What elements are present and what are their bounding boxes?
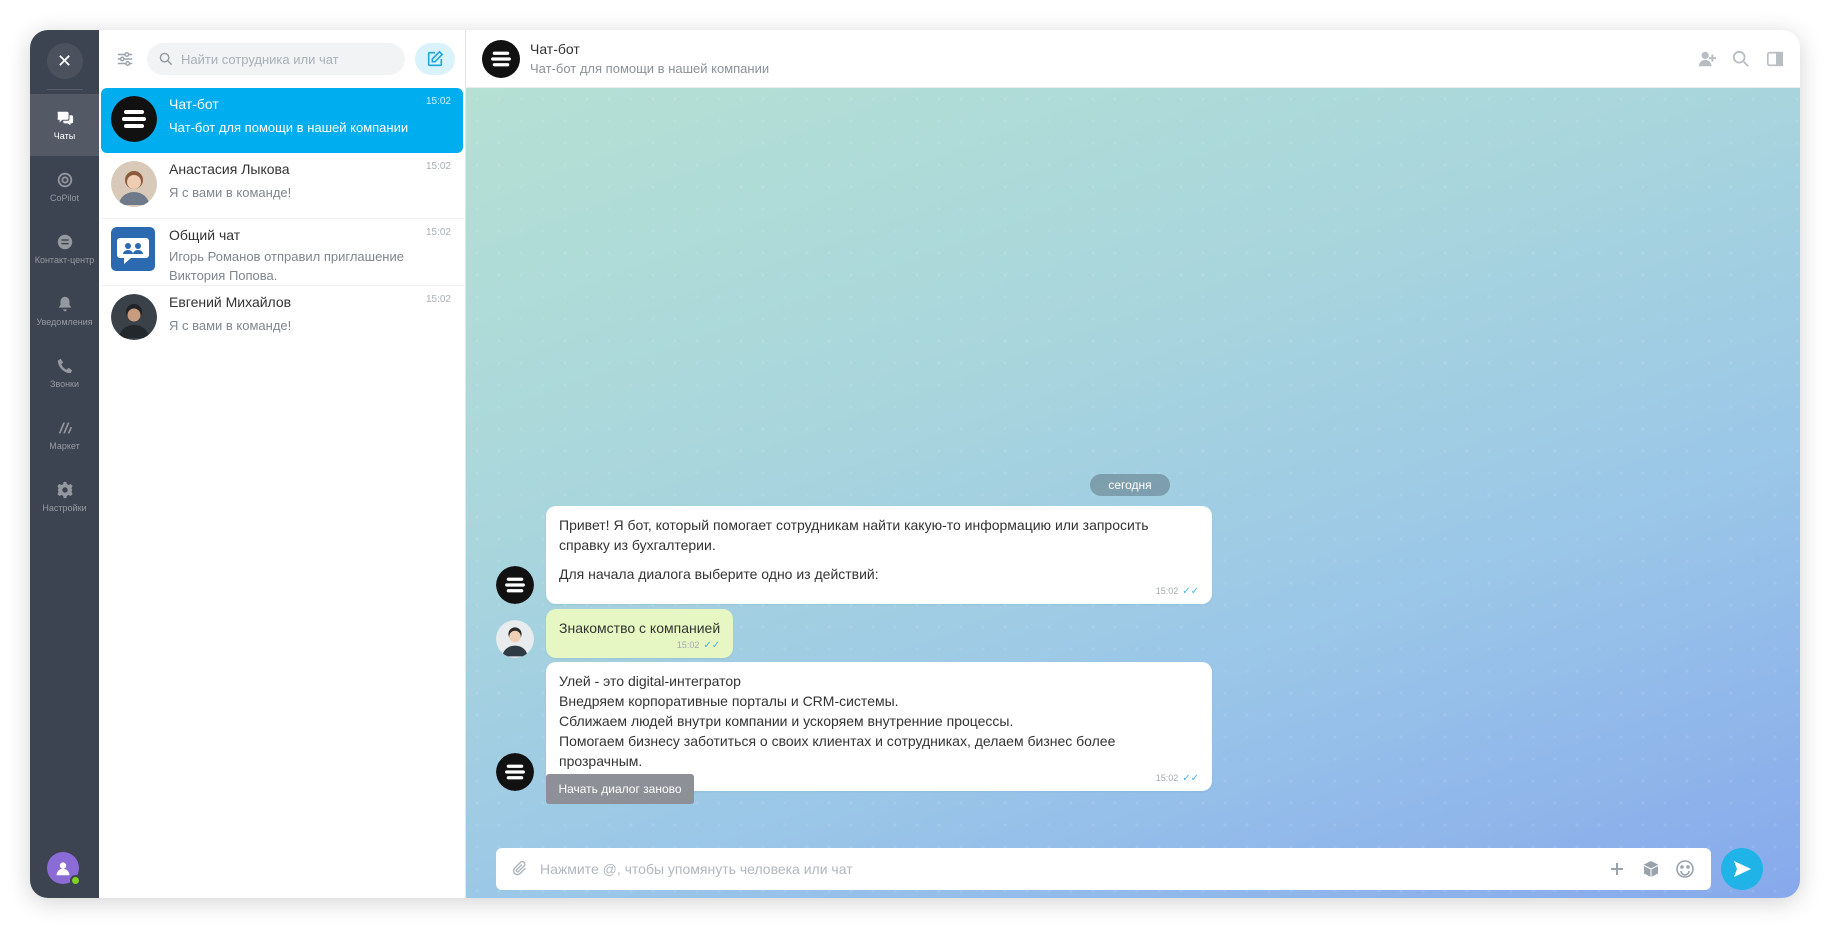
message-text: Привет! Я бот, который помогает сотрудни… (559, 517, 1149, 553)
conversation-panel: Чат-бот Чат-бот для помощи в нашей компа… (466, 30, 1800, 898)
chat-preview: Я с вами в команде! (169, 318, 292, 333)
message-time: 15:02 ✓✓ (676, 640, 721, 651)
message-text: Помогаем бизнесу заботиться о своих клие… (559, 733, 1116, 769)
chat-item-general[interactable]: Общий чат Игорь Романов отправил приглаш… (101, 219, 463, 285)
box-icon[interactable] (1641, 859, 1661, 879)
chat-name: Анастасия Лыкова (169, 161, 290, 177)
chat-preview: Чат-бот для помощи в нашей компании (169, 120, 409, 135)
send-icon (1734, 861, 1751, 877)
message-text: Сближаем людей внутри компании и ускоряе… (559, 713, 1014, 729)
online-status-dot (70, 875, 81, 886)
date-divider: сегодня (1090, 474, 1170, 496)
chat-preview: Игорь Романов отправил приглашение Викто… (169, 249, 404, 283)
user-avatar[interactable] (47, 852, 81, 886)
rail-item-contact-center[interactable]: Контакт-центр (30, 218, 99, 280)
message-row: Знакомство с компанией 15:02 ✓✓ (496, 609, 734, 658)
chat-name: Чат-бот (169, 96, 219, 112)
close-icon[interactable]: ✕ (46, 43, 83, 79)
rail-label: Контакт-центр (34, 255, 95, 265)
chat-list-toolbar: Найти сотрудника или чат (99, 30, 465, 88)
chat-item-anastasia[interactable]: Анастасия Лыкова Я с вами в команде! 15:… (101, 153, 463, 218)
message-text: Знакомство с компанией (559, 620, 721, 636)
rail-label: Чаты (53, 131, 76, 141)
group-chat-avatar (111, 227, 157, 273)
rail-item-notifications[interactable]: Уведомления (30, 280, 99, 342)
message-input[interactable]: Нажмите @, чтобы упомянуть человека или … (496, 848, 1711, 890)
left-rail: ✕ Чаты CoPilot Контакт-центр Уведомления… (30, 30, 99, 898)
copilot-icon (57, 172, 72, 188)
rail-label: CoPilot (49, 193, 79, 203)
emoji-icon[interactable] (1675, 859, 1695, 879)
user-icon (56, 862, 70, 876)
restart-dialog-button[interactable]: Начать диалог заново (546, 774, 694, 804)
my-avatar (496, 620, 534, 658)
rail-label: Звонки (49, 379, 80, 389)
bot-avatar (496, 753, 534, 791)
message-time: 15:02 ✓✓ (1155, 586, 1199, 597)
chat-preview: Я с вами в команде! (169, 185, 292, 200)
message-area: сегодня Привет! Я бот, который помогает … (466, 88, 1800, 898)
message-placeholder: Нажмите @, чтобы упомянуть человека или … (540, 861, 853, 877)
message-text: Внедряем корпоративные порталы и CRM-сис… (559, 693, 899, 709)
bot-avatar (496, 566, 534, 604)
message-row: Улей - это digital-интегратор Внедряем к… (496, 662, 1212, 791)
message-row: Привет! Я бот, который помогает сотрудни… (496, 506, 1212, 604)
market-icon (58, 422, 72, 434)
read-checkmark-icon: ✓✓ (1182, 773, 1199, 784)
search-placeholder: Найти сотрудника или чат (181, 51, 339, 67)
person-avatar (111, 294, 157, 340)
chats-icon (57, 111, 73, 126)
messenger-window: ✕ Чаты CoPilot Контакт-центр Уведомления… (30, 30, 1800, 898)
rail-label: Маркет (49, 441, 80, 451)
add-user-icon[interactable] (1698, 50, 1716, 68)
chat-time: 15:02 (425, 294, 451, 305)
rail-item-calls[interactable]: Звонки (30, 342, 99, 404)
rail-item-copilot[interactable]: CoPilot (30, 156, 99, 218)
message-text: Улей - это digital-интегратор (559, 673, 741, 689)
rail-label: Настройки (42, 503, 87, 513)
rail-item-chats[interactable]: Чаты (30, 94, 99, 156)
rail-divider (46, 89, 83, 90)
rail-item-market[interactable]: Маркет (30, 404, 99, 466)
conversation-header: Чат-бот Чат-бот для помощи в нашей компа… (466, 30, 1800, 88)
search-input[interactable]: Найти сотрудника или чат (147, 43, 405, 75)
sidebar-toggle-icon[interactable] (1766, 50, 1784, 68)
bot-avatar (111, 96, 157, 142)
message-bubble-own: Знакомство с компанией 15:02 ✓✓ (546, 609, 734, 658)
send-button[interactable] (1721, 848, 1763, 890)
search-icon[interactable] (1732, 50, 1750, 68)
chat-item-bot[interactable]: Чат-бот Чат-бот для помощи в нашей компа… (101, 88, 463, 153)
chat-name: Евгений Михайлов (169, 294, 292, 310)
compose-icon (427, 50, 444, 67)
gear-icon (56, 481, 73, 499)
plus-icon[interactable] (1607, 859, 1627, 879)
read-checkmark-icon: ✓✓ (1182, 586, 1199, 597)
message-text: Для начала диалога выберите одно из дейс… (559, 566, 879, 582)
contact-center-icon (57, 234, 72, 250)
chat-time: 15:02 (425, 161, 451, 172)
filter-icon[interactable] (113, 47, 137, 71)
conversation-title[interactable]: Чат-бот (530, 41, 769, 57)
bell-icon (58, 296, 71, 312)
rail-label: Уведомления (36, 317, 93, 327)
rail-item-settings[interactable]: Настройки (30, 466, 99, 528)
read-checkmark-icon: ✓✓ (703, 640, 721, 651)
chat-list-panel: Найти сотрудника или чат Чат-бот Чат-бот… (99, 30, 466, 898)
bot-avatar[interactable] (482, 39, 520, 78)
attach-icon[interactable] (512, 860, 530, 878)
chat-item-evgeny[interactable]: Евгений Михайлов Я с вами в команде! 15:… (101, 286, 463, 351)
search-icon (159, 52, 173, 66)
message-bubble: Привет! Я бот, который помогает сотрудни… (546, 506, 1212, 604)
chat-time: 15:02 (425, 96, 451, 107)
conversation-subtitle: Чат-бот для помощи в нашей компании (530, 61, 770, 76)
compose-button[interactable] (415, 43, 455, 75)
chat-name: Общий чат (169, 227, 241, 243)
phone-icon (57, 358, 72, 374)
chat-time: 15:02 (425, 227, 451, 238)
message-bubble: Улей - это digital-интегратор Внедряем к… (546, 662, 1212, 791)
person-avatar (111, 161, 157, 207)
